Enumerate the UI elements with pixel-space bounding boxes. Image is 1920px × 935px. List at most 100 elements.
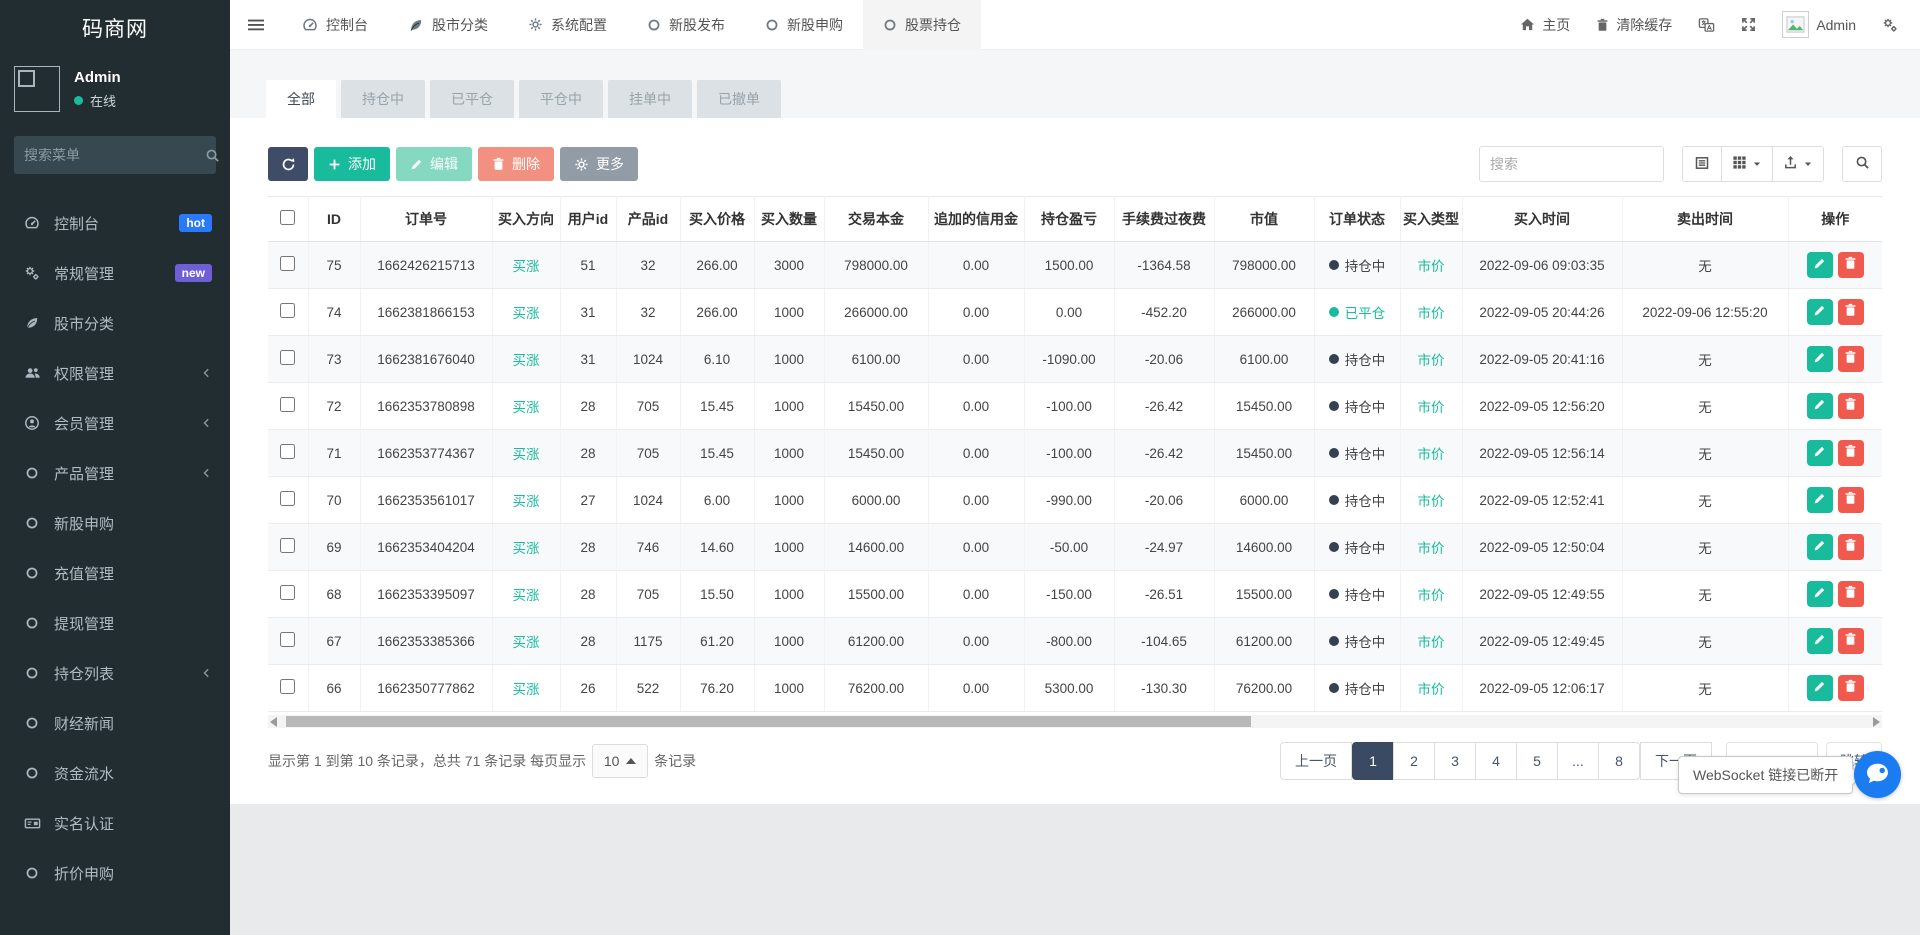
column-header[interactable]: 市值 <box>1214 197 1314 242</box>
page-button[interactable]: 4 <box>1475 742 1517 780</box>
row-checkbox[interactable] <box>280 444 295 459</box>
row-edit-button[interactable] <box>1807 440 1833 466</box>
sidebar-item[interactable]: 折价申购 <box>0 848 230 898</box>
horizontal-scrollbar[interactable] <box>268 715 1882 728</box>
row-checkbox[interactable] <box>280 491 295 506</box>
refresh-button[interactable] <box>268 147 308 181</box>
filter-tab[interactable]: 挂单中 <box>608 80 692 118</box>
column-header[interactable]: 操作 <box>1788 197 1882 242</box>
row-checkbox[interactable] <box>280 585 295 600</box>
translate-button[interactable] <box>1698 17 1715 33</box>
topnav-tab[interactable]: 股票持仓 <box>863 0 981 50</box>
row-checkbox[interactable] <box>280 632 295 647</box>
row-delete-button[interactable] <box>1838 346 1864 372</box>
filter-tab[interactable]: 已平仓 <box>430 80 514 118</box>
column-header[interactable]: 产品id <box>616 197 680 242</box>
page-ellipsis[interactable]: ... <box>1557 742 1599 780</box>
row-edit-button[interactable] <box>1807 628 1833 654</box>
row-delete-button[interactable] <box>1838 534 1864 560</box>
edit-button[interactable]: 编辑 <box>396 147 472 181</box>
row-delete-button[interactable] <box>1838 252 1864 278</box>
clear-cache-link[interactable]: 清除缓存 <box>1596 15 1672 35</box>
sidebar-item[interactable]: 权限管理 <box>0 348 230 398</box>
prev-page-button[interactable]: 上一页 <box>1280 742 1352 780</box>
sidebar-item[interactable]: 实名认证 <box>0 798 230 848</box>
delete-button[interactable]: 删除 <box>478 147 554 181</box>
row-delete-button[interactable] <box>1838 628 1864 654</box>
table-search-input[interactable] <box>1479 146 1664 182</box>
sidebar-item[interactable]: 充值管理 <box>0 548 230 598</box>
chat-button[interactable] <box>1854 751 1901 798</box>
column-header[interactable]: 交易本金 <box>824 197 928 242</box>
column-header[interactable]: 卖出时间 <box>1622 197 1788 242</box>
sidebar-item[interactable]: 产品管理 <box>0 448 230 498</box>
sidebar-item[interactable]: 新股申购 <box>0 498 230 548</box>
row-edit-button[interactable] <box>1807 534 1833 560</box>
row-delete-button[interactable] <box>1838 487 1864 513</box>
page-size-select[interactable]: 10 <box>592 744 648 778</box>
settings-button[interactable] <box>1882 17 1898 33</box>
column-header[interactable]: 持仓盈亏 <box>1024 197 1114 242</box>
sidebar-item[interactable]: 持仓列表 <box>0 648 230 698</box>
topnav-tab[interactable]: 控制台 <box>282 0 388 50</box>
row-delete-button[interactable] <box>1838 299 1864 325</box>
filter-tab[interactable]: 平仓中 <box>519 80 603 118</box>
page-button[interactable]: 2 <box>1393 742 1435 780</box>
add-button[interactable]: 添加 <box>314 147 390 181</box>
scroll-left-arrow-icon[interactable] <box>270 717 277 727</box>
row-checkbox[interactable] <box>280 397 295 412</box>
sidebar-search-input[interactable] <box>24 147 205 163</box>
sidebar-item[interactable]: 控制台hot <box>0 198 230 248</box>
home-link[interactable]: 主页 <box>1520 15 1570 35</box>
row-checkbox[interactable] <box>280 538 295 553</box>
admin-menu[interactable]: Admin <box>1782 11 1856 38</box>
column-header[interactable]: 买入时间 <box>1462 197 1622 242</box>
sidebar-item[interactable]: 会员管理 <box>0 398 230 448</box>
row-edit-button[interactable] <box>1807 252 1833 278</box>
column-header[interactable]: 用户id <box>560 197 616 242</box>
scroll-right-arrow-icon[interactable] <box>1873 717 1880 727</box>
search-submit-button[interactable] <box>1842 146 1882 182</box>
sidebar-item[interactable]: 提现管理 <box>0 598 230 648</box>
page-button[interactable]: 3 <box>1434 742 1476 780</box>
page-button[interactable]: 1 <box>1352 742 1394 780</box>
row-checkbox[interactable] <box>280 350 295 365</box>
column-header[interactable]: 买入方向 <box>492 197 560 242</box>
page-button[interactable]: 8 <box>1598 742 1640 780</box>
topnav-tab[interactable]: 股市分类 <box>388 0 508 50</box>
row-delete-button[interactable] <box>1838 675 1864 701</box>
sidebar-item[interactable]: 股市分类 <box>0 298 230 348</box>
row-checkbox[interactable] <box>280 303 295 318</box>
sidebar-item[interactable]: 财经新闻 <box>0 698 230 748</box>
sidebar-item[interactable]: 资金流水 <box>0 748 230 798</box>
column-header[interactable]: 买入价格 <box>680 197 754 242</box>
column-header[interactable]: 追加的信用金 <box>928 197 1024 242</box>
column-header[interactable]: 订单状态 <box>1314 197 1400 242</box>
row-edit-button[interactable] <box>1807 675 1833 701</box>
export-button[interactable] <box>1772 146 1824 182</box>
filter-tab[interactable]: 全部 <box>266 80 336 118</box>
row-edit-button[interactable] <box>1807 346 1833 372</box>
row-delete-button[interactable] <box>1838 581 1864 607</box>
row-checkbox[interactable] <box>280 256 295 271</box>
topnav-tab[interactable]: 新股申购 <box>745 0 863 50</box>
row-checkbox[interactable] <box>280 679 295 694</box>
topnav-tab[interactable]: 新股发布 <box>627 0 745 50</box>
filter-tab[interactable]: 持仓中 <box>341 80 425 118</box>
filter-tab[interactable]: 已撤单 <box>697 80 781 118</box>
row-edit-button[interactable] <box>1807 581 1833 607</box>
row-edit-button[interactable] <box>1807 487 1833 513</box>
select-all-checkbox[interactable] <box>280 210 295 225</box>
page-button[interactable]: 5 <box>1516 742 1558 780</box>
row-edit-button[interactable] <box>1807 299 1833 325</box>
row-edit-button[interactable] <box>1807 393 1833 419</box>
column-header[interactable]: 订单号 <box>360 197 492 242</box>
column-header[interactable]: 手续费过夜费 <box>1114 197 1214 242</box>
fullscreen-button[interactable] <box>1741 17 1756 32</box>
detail-view-button[interactable] <box>1682 146 1722 182</box>
row-delete-button[interactable] <box>1838 393 1864 419</box>
column-header[interactable]: 买入类型 <box>1400 197 1462 242</box>
scrollbar-thumb[interactable] <box>286 716 1251 727</box>
columns-button[interactable] <box>1721 146 1773 182</box>
topnav-tab[interactable]: 系统配置 <box>508 0 627 50</box>
